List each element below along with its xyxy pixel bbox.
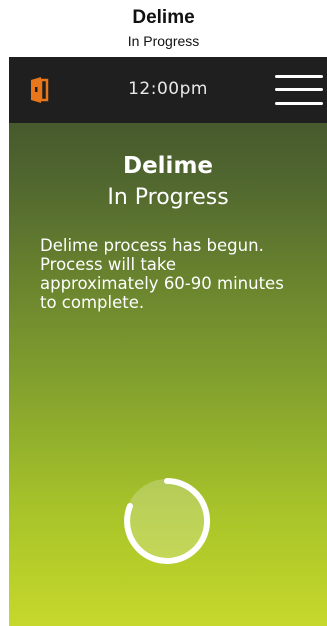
status-message: Delime process has begun. Process will t… bbox=[40, 236, 284, 312]
page-subtitle: In Progress bbox=[107, 185, 229, 210]
loading-spinner-icon bbox=[121, 475, 213, 567]
device-screen: 12:00pm Delime In Progress Delime proces… bbox=[9, 57, 327, 626]
screen-caption: Delime In Progress bbox=[0, 0, 327, 57]
page-title: Delime bbox=[122, 153, 214, 179]
top-bar: 12:00pm bbox=[9, 57, 327, 123]
caption-title: Delime bbox=[132, 7, 195, 28]
hamburger-menu-icon[interactable] bbox=[275, 70, 323, 110]
caption-subtitle: In Progress bbox=[127, 33, 200, 49]
